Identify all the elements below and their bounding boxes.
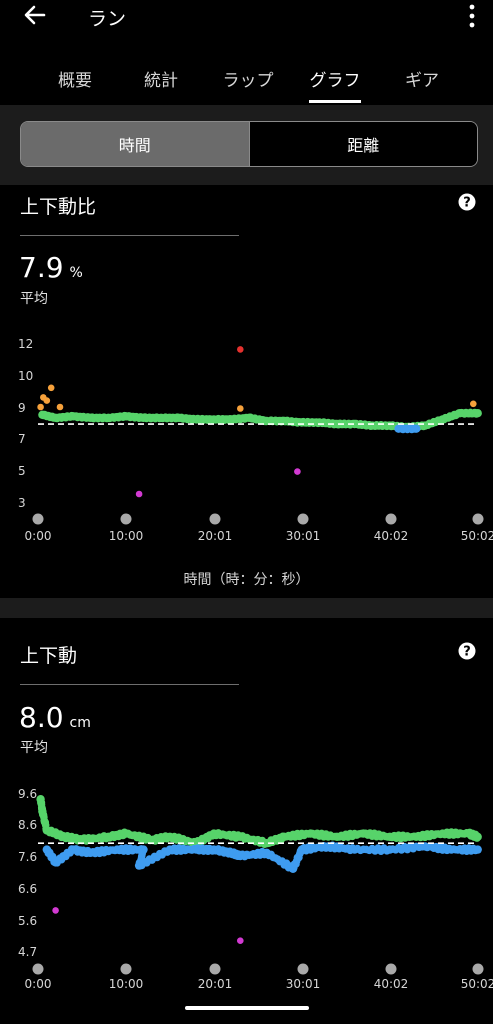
- section-divider: [20, 684, 239, 685]
- x-axis-marker: [32, 513, 44, 525]
- x-axis-marker: [120, 963, 132, 975]
- page-title: ラン: [88, 8, 127, 30]
- y-tick-label: 10: [18, 369, 33, 383]
- x-tick-label: 50:02: [461, 977, 493, 991]
- value-unit: cm: [69, 715, 91, 731]
- data-point: [47, 384, 55, 392]
- x-tick-label: 20:01: [198, 529, 233, 543]
- x-tick-label: 50:02: [461, 529, 493, 543]
- x-axis-marker: [209, 513, 221, 525]
- average-label: 平均: [20, 740, 48, 756]
- app-header: ラン: [0, 0, 493, 36]
- y-tick-label: 3: [18, 496, 26, 510]
- distance-toggle-button[interactable]: 距離: [248, 122, 477, 166]
- value-unit: %: [69, 265, 83, 281]
- x-axis-marker: [120, 513, 132, 525]
- data-point: [471, 846, 480, 855]
- section-title-vertical-ratio: 上下動比: [20, 196, 97, 218]
- average-value: 7.9%: [19, 251, 83, 284]
- vertical-ratio-chart: 12 10 9 7 5 3 0:00 10:00 20:01 30:01 40:02 50:02: [18, 337, 493, 543]
- y-tick-label: 5.6: [18, 914, 37, 928]
- active-tab-indicator: [309, 100, 361, 103]
- time-distance-toggle: 時間 距離: [20, 121, 478, 167]
- x-axis-marker: [297, 963, 309, 975]
- help-circle-icon[interactable]: ?: [458, 193, 476, 211]
- y-tick-label: 5: [18, 464, 26, 478]
- tab-stats[interactable]: 統計: [121, 66, 201, 91]
- tab-graphs[interactable]: グラフ: [295, 66, 375, 91]
- data-point: [410, 425, 419, 433]
- average-value: 8.0 cm: [19, 701, 91, 734]
- data-point: [473, 834, 481, 842]
- x-tick-label: 30:01: [286, 529, 321, 543]
- x-tick-label: 0:00: [25, 977, 52, 991]
- x-tick-label: 40:02: [374, 977, 409, 991]
- data-point: [470, 400, 477, 408]
- tab-bar: 概要 統計 ラップ グラフ ギア: [0, 60, 493, 106]
- data-point: [237, 405, 244, 412]
- value-number: 7.9: [19, 251, 64, 284]
- section-divider: [20, 235, 239, 236]
- home-indicator: [185, 1006, 309, 1010]
- data-point: [135, 490, 143, 498]
- vertical-oscillation-chart: 9.6 8.6 7.6 6.6 5.6 4.7 0:00 10:00 20:01 30:01 40:…: [18, 787, 493, 991]
- data-point: [52, 907, 59, 914]
- more-vertical-icon[interactable]: [469, 4, 475, 28]
- x-tick-label: 20:01: [198, 977, 233, 991]
- help-circle-icon[interactable]: ?: [458, 642, 476, 660]
- y-tick-label: 9.6: [18, 787, 37, 801]
- y-tick-label: 4.7: [18, 945, 37, 959]
- data-point: [237, 937, 244, 944]
- x-axis-marker: [297, 513, 309, 525]
- value-number: 8.0: [19, 701, 64, 734]
- data-point: [472, 410, 481, 418]
- tab-summary[interactable]: 概要: [35, 66, 115, 91]
- y-tick-label: 12: [18, 337, 33, 351]
- x-tick-label: 10:00: [109, 977, 144, 991]
- tab-laps[interactable]: ラップ: [208, 66, 288, 91]
- x-tick-label: 30:01: [286, 977, 321, 991]
- x-axis-marker: [385, 513, 397, 525]
- time-toggle-button[interactable]: 時間: [21, 122, 249, 166]
- arrow-left-icon[interactable]: [22, 2, 48, 28]
- data-point: [43, 397, 51, 404]
- section-separator: [0, 598, 493, 618]
- tab-gear[interactable]: ギア: [382, 66, 462, 91]
- x-axis-marker: [32, 963, 44, 975]
- average-label: 平均: [20, 291, 48, 307]
- section-title-vertical-oscillation: 上下動: [20, 645, 78, 667]
- x-tick-label: 10:00: [109, 529, 144, 543]
- svg-text:?: ?: [463, 645, 471, 660]
- data-point: [237, 346, 244, 353]
- x-axis-marker: [209, 963, 221, 975]
- x-tick-label: 0:00: [25, 529, 52, 543]
- data-point: [56, 403, 64, 411]
- y-tick-label: 7.6: [18, 850, 37, 864]
- data-point: [294, 468, 301, 475]
- x-axis-marker: [472, 513, 484, 525]
- x-tick-label: 40:02: [374, 529, 409, 543]
- svg-text:?: ?: [463, 196, 471, 211]
- y-tick-label: 7: [18, 432, 26, 446]
- y-tick-label: 9: [18, 401, 26, 415]
- y-tick-label: 6.6: [18, 882, 37, 896]
- y-tick-label: 8.6: [18, 818, 37, 832]
- x-axis-marker: [472, 963, 484, 975]
- x-axis-title: 時間（時：分：秒）: [183, 572, 310, 588]
- x-axis-marker: [385, 963, 397, 975]
- data-point: [37, 403, 44, 411]
